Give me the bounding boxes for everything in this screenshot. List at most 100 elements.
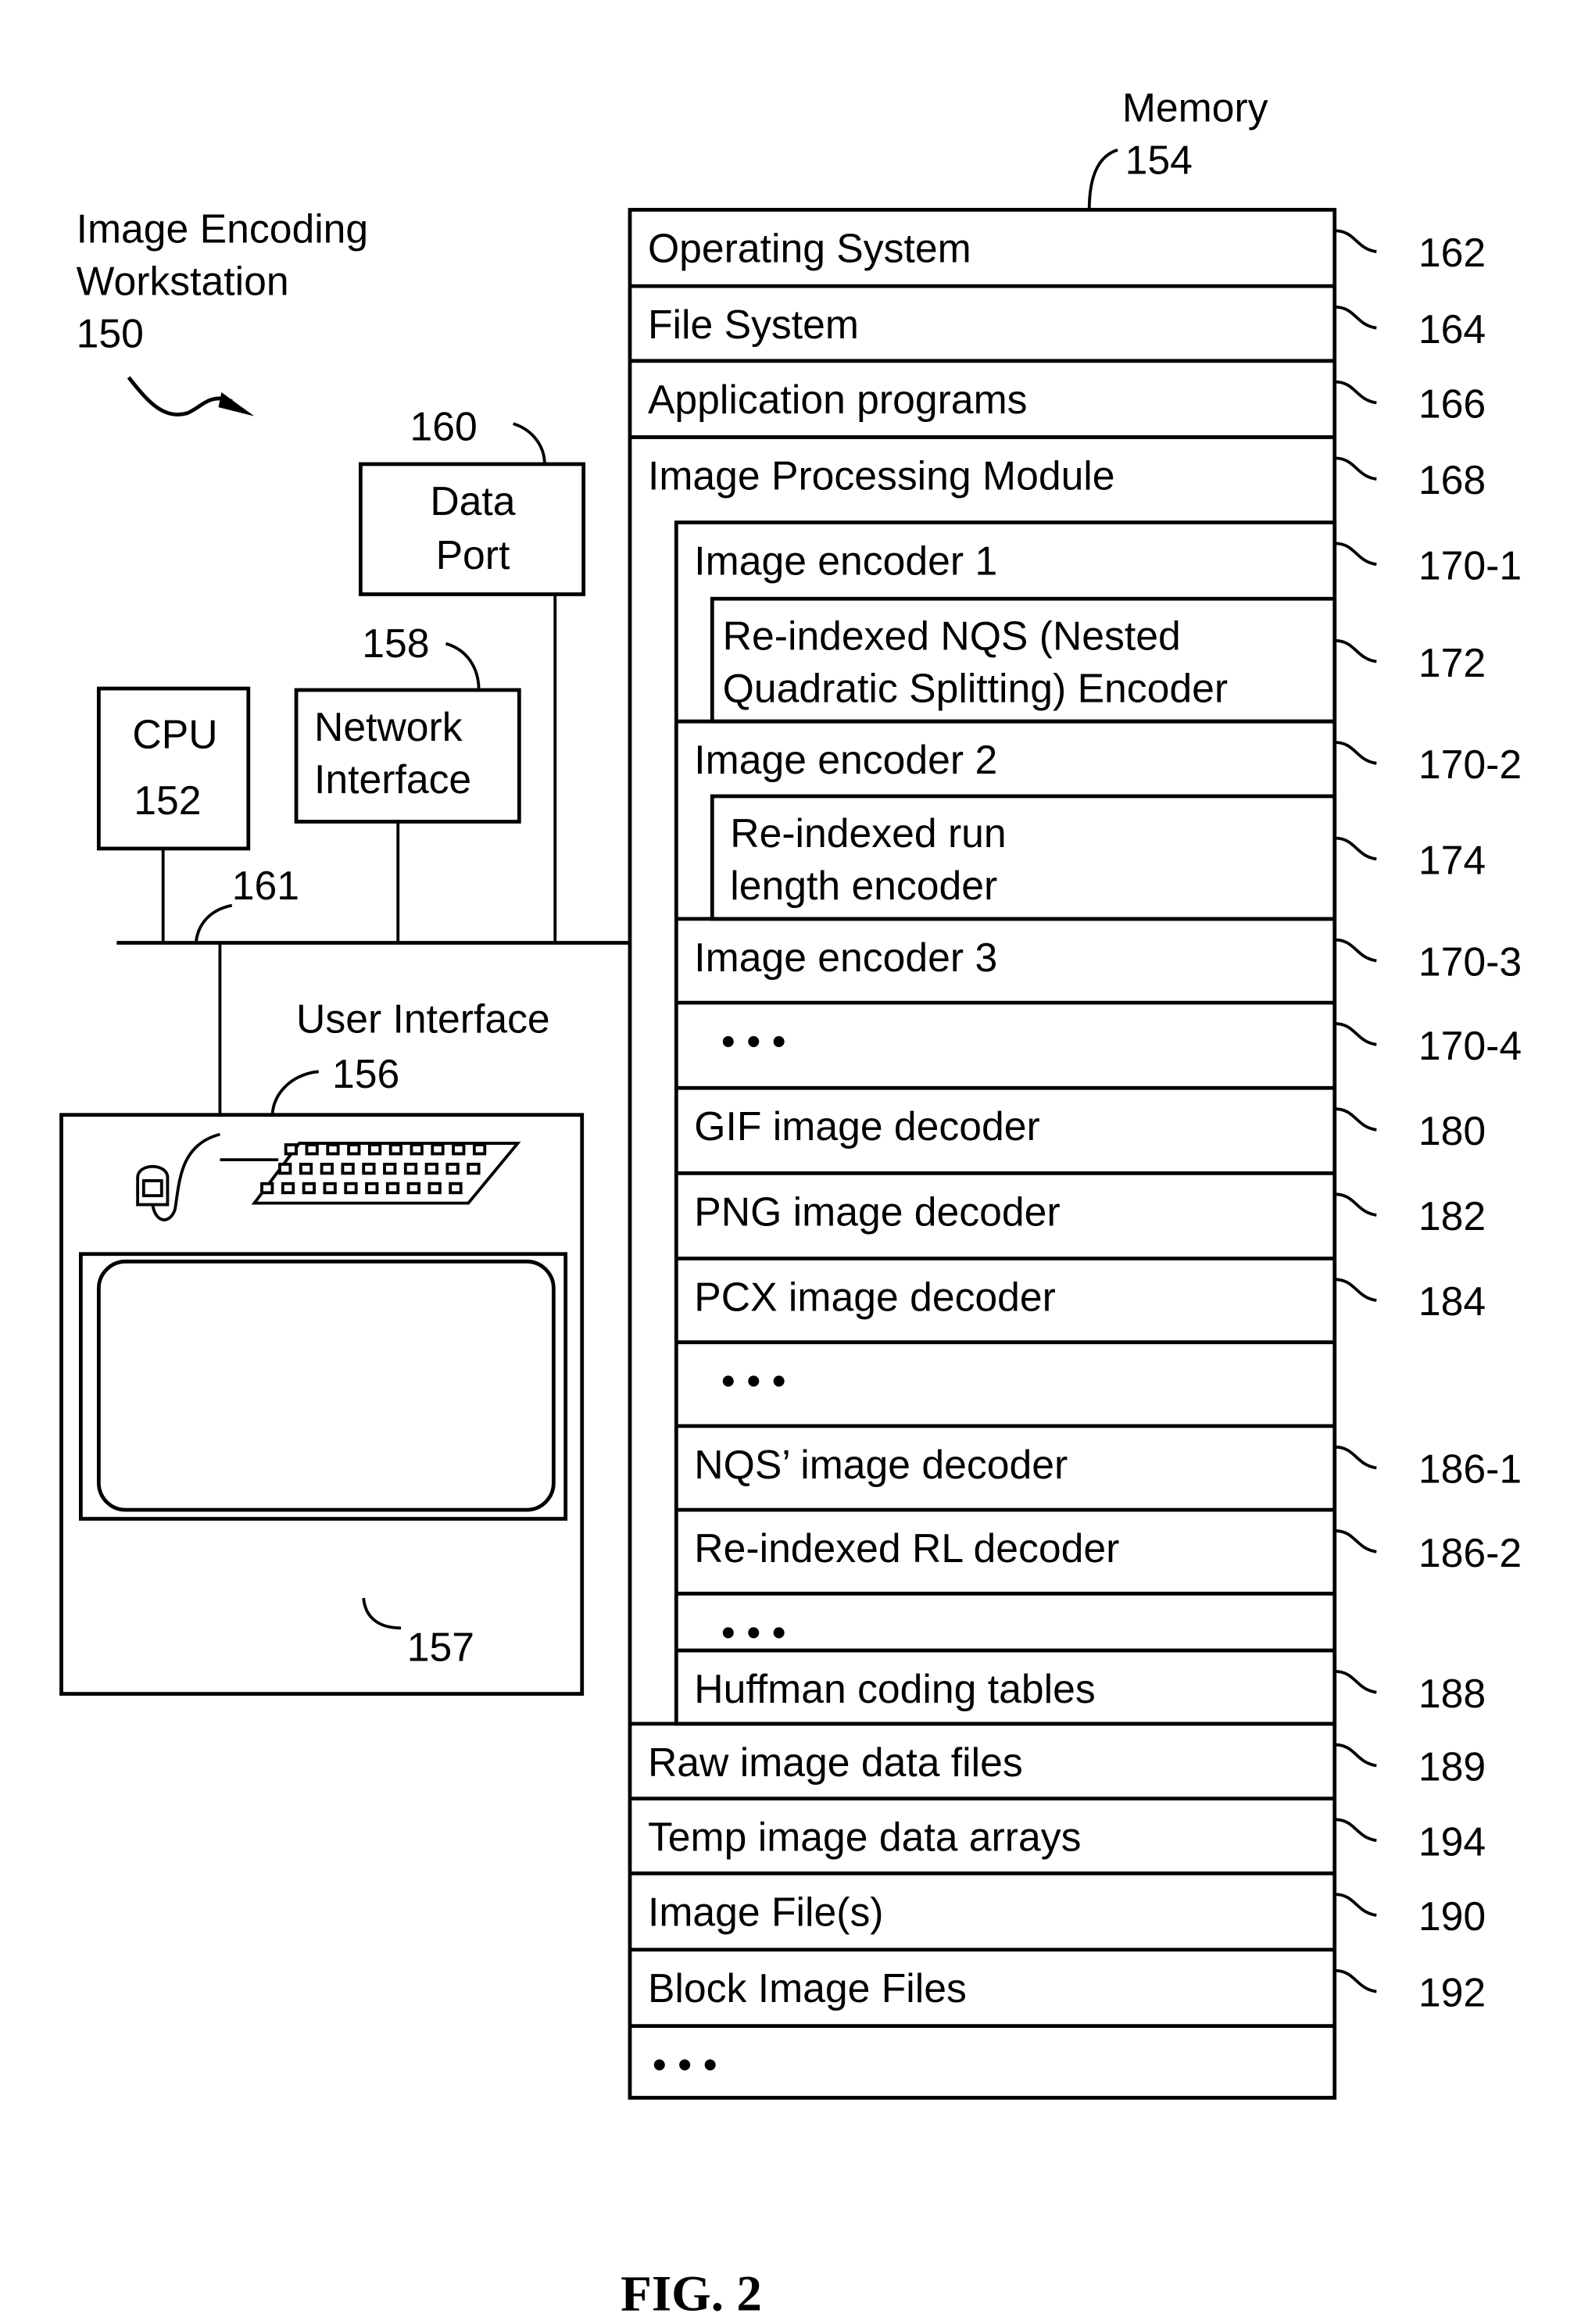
key-icon (467, 1162, 481, 1175)
key-icon (385, 1182, 400, 1195)
memory-row-label: Block Image Files (648, 1965, 967, 2011)
figure-caption: FIG. 2 (621, 2265, 762, 2322)
ref-number: 168 (1418, 457, 1486, 502)
ref-number: 166 (1418, 381, 1486, 427)
key-icon (305, 1143, 319, 1156)
ref-number: 189 (1418, 1744, 1486, 1789)
module-row-label: PNG image decoder (694, 1189, 1060, 1234)
key-icon (449, 1182, 463, 1195)
ref-leader (1334, 1968, 1377, 1993)
ref-number: 170-4 (1418, 1023, 1522, 1068)
ref-leader (1334, 456, 1377, 481)
ref-number: 164 (1418, 306, 1486, 352)
key-icon (406, 1182, 420, 1195)
key-icon (410, 1143, 424, 1156)
key-icon (367, 1143, 382, 1156)
ref-leader (1334, 1818, 1377, 1843)
ref-number: 182 (1418, 1193, 1486, 1239)
ref-leader (1334, 380, 1377, 405)
display-monitor (78, 1252, 568, 1521)
module-row-label: GIF image decoder (694, 1103, 1039, 1149)
ref-leader (1334, 1743, 1377, 1768)
key-icon (299, 1162, 313, 1175)
key-icon (281, 1182, 295, 1195)
ref-number: 186-1 (1418, 1446, 1522, 1492)
ref-number: 162 (1418, 230, 1486, 275)
key-icon (278, 1162, 292, 1175)
ref-number: 188 (1418, 1671, 1486, 1716)
ref-number: 184 (1418, 1278, 1486, 1324)
key-icon (427, 1182, 442, 1195)
memory-ref: 154 (1125, 138, 1193, 183)
data-port-label-line1: Data (430, 478, 515, 524)
key-icon (260, 1182, 274, 1195)
network-interface-leader (445, 642, 481, 691)
network-interface-ref: 158 (362, 620, 429, 666)
bus-ref: 161 (232, 863, 299, 908)
ref-number: 194 (1418, 1818, 1486, 1864)
user-interface-ref: 156 (332, 1051, 399, 1096)
key-icon (431, 1143, 445, 1156)
ref-leader (1334, 638, 1377, 663)
ref-leader (1334, 1278, 1377, 1302)
memory-row-label: Temp image data arrays (648, 1815, 1081, 1860)
key-icon (403, 1162, 418, 1175)
ref-number: 190 (1418, 1893, 1486, 1939)
ref-leader (1334, 542, 1377, 567)
network-interface-label-line1: Network (314, 704, 463, 749)
workstation-label: Image Encoding Workstation 150 (77, 206, 368, 417)
ref-leader (1334, 229, 1377, 253)
ref-leader (1334, 1021, 1377, 1046)
module-row-label: Image encoder 2 (694, 737, 997, 782)
ref-leader (1334, 741, 1377, 765)
data-port-ref: 160 (410, 403, 478, 449)
key-icon (365, 1182, 379, 1195)
ref-leader (1334, 1669, 1377, 1694)
module-row-label: PCX image decoder (694, 1274, 1056, 1319)
data-port-label-line2: Port (436, 532, 510, 577)
memory-row-label: Image Processing Module (648, 452, 1115, 498)
network-interface-label-line2: Interface (314, 756, 471, 802)
ellipsis: • • • (721, 1358, 786, 1403)
ref-leader (1334, 305, 1377, 330)
arrowhead-icon (218, 392, 255, 417)
memory: Memory 154 Operating System 162 File Syste… (628, 85, 1522, 2100)
cpu: CPU 152 (96, 686, 251, 943)
ellipsis: • • • (653, 2042, 717, 2087)
ref-number: 180 (1418, 1108, 1486, 1153)
ref-number: 192 (1418, 1970, 1486, 2015)
key-icon (388, 1143, 402, 1156)
module-row-label-line1: Re-indexed run (730, 810, 1006, 856)
key-icon (445, 1162, 460, 1175)
user-interface-leader (270, 1070, 319, 1115)
user-interface: User Interface 156 157 (59, 996, 585, 1696)
module-row-label-line2: Quadratic Splitting) Encoder (723, 665, 1228, 710)
key-icon (323, 1182, 337, 1195)
data-port-leader (513, 422, 546, 464)
module-row-label: Huffman coding tables (694, 1666, 1095, 1711)
key-icon (344, 1182, 358, 1195)
data-port: 160 Data Port (358, 403, 586, 943)
ref-leader (1334, 1445, 1377, 1470)
ref-leader (1334, 938, 1377, 963)
key-icon (362, 1162, 376, 1175)
system-diagram: Image Encoding Workstation 150 160 Data … (59, 85, 1522, 2322)
workstation-title-line2: Workstation (77, 259, 289, 304)
network-interface: 158 Network Interface (294, 620, 521, 943)
ref-number: 170-3 (1418, 939, 1522, 985)
key-icon (383, 1162, 397, 1175)
memory-row-label: Operating System (648, 225, 971, 270)
key-icon (302, 1182, 316, 1195)
ref-leader (1334, 1192, 1377, 1217)
key-icon (320, 1162, 334, 1175)
key-icon (284, 1143, 298, 1156)
memory-row-label: File System (648, 302, 859, 347)
user-interface-label: User Interface (296, 996, 550, 1041)
ref-leader (1334, 1107, 1377, 1132)
module-row-label: Image encoder 1 (694, 538, 997, 584)
workstation-pointer-arrow (127, 376, 233, 417)
key-icon (341, 1162, 355, 1175)
memory-row-label: Image File(s) (648, 1889, 884, 1934)
memory-row-label: Raw image data files (648, 1739, 1023, 1785)
ellipsis: • • • (721, 1018, 786, 1064)
